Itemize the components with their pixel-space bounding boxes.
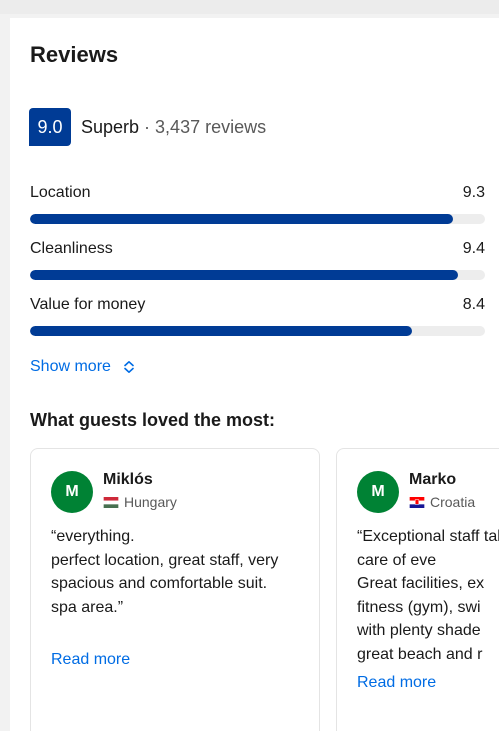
category-bar-fill (30, 326, 413, 336)
category-cleanliness: Cleanliness 9.4 (30, 240, 485, 280)
croatia-flag-icon (409, 496, 425, 508)
category-bar (30, 326, 485, 336)
score-word: Superb (81, 116, 140, 137)
category-bar (30, 270, 485, 280)
category-value-for-money: Value for money 8.4 (30, 296, 485, 336)
review-text: “Exceptional staff taking care of eve Gr… (357, 528, 499, 663)
category-score: 9.3 (462, 184, 485, 201)
category-score: 9.4 (462, 240, 485, 257)
chevron-up-down-icon (124, 361, 134, 373)
category-score: 8.4 (462, 296, 485, 313)
review-card[interactable]: M Marko Croatia “Exceptional staff takin… (336, 448, 499, 731)
hungary-flag-icon (103, 496, 119, 508)
loved-most-heading: What guests loved the most: (30, 410, 276, 430)
reviewer-name: Miklós (103, 471, 153, 488)
page-title: Reviews (30, 42, 119, 67)
reviewer-country: Hungary (103, 494, 177, 510)
read-more-link[interactable]: Read more (357, 674, 436, 692)
country-label: Croatia (430, 494, 476, 510)
category-label: Value for money (30, 296, 146, 313)
reviewer-name: Marko (409, 471, 457, 488)
separator-dot: · (144, 116, 151, 137)
review-score-summary: 9.0 Superb · 3,437 reviews (29, 108, 266, 146)
read-more-link[interactable]: Read more (51, 651, 130, 669)
category-location: Location 9.3 (30, 184, 485, 224)
review-card[interactable]: M Miklós Hungary “everything. perfect lo… (30, 448, 320, 731)
review-text: “everything. perfect location, great sta… (51, 528, 279, 616)
reviewer-country: Croatia (409, 494, 475, 510)
category-label: Location (30, 184, 91, 201)
avatar: M (357, 471, 399, 513)
category-bar (30, 214, 485, 224)
avatar: M (51, 471, 93, 513)
category-label: Cleanliness (30, 240, 113, 257)
country-label: Hungary (124, 494, 177, 510)
show-more-label: Show more (30, 358, 111, 375)
category-bar-fill (30, 270, 458, 280)
reviews-panel: Reviews 9.0 Superb · 3,437 reviews Locat… (10, 18, 499, 731)
review-count[interactable]: 3,437 reviews (155, 117, 266, 138)
score-badge: 9.0 (29, 108, 71, 146)
top-divider (0, 0, 499, 14)
category-bar-fill (30, 214, 454, 224)
show-more-button[interactable]: Show more (30, 358, 135, 376)
